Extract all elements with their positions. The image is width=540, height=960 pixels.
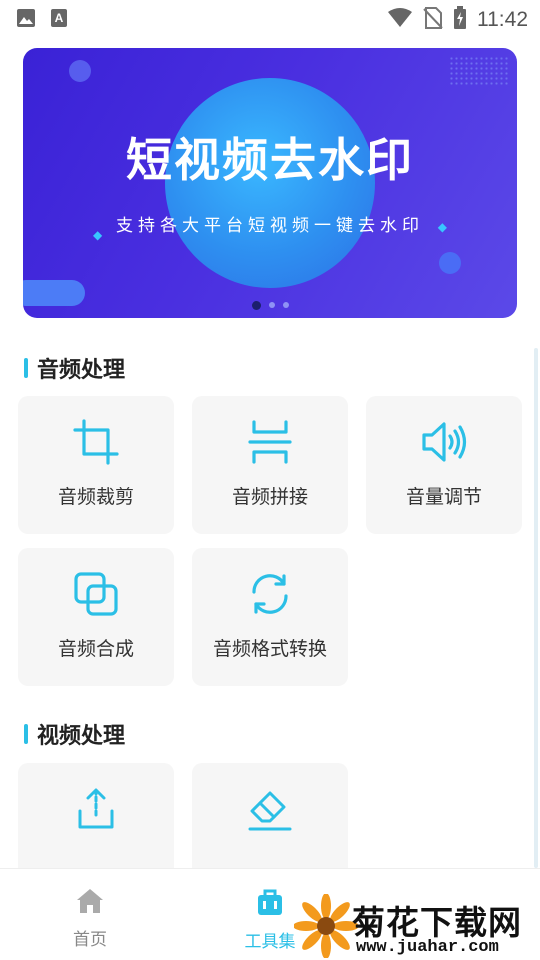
tool-audio-format-convert[interactable]: 音频格式转换: [192, 548, 348, 686]
font-icon: A: [50, 8, 68, 32]
tool-label: 音频格式转换: [212, 638, 327, 660]
convert-icon: [192, 570, 348, 618]
tool-video-upload[interactable]: [18, 763, 174, 868]
tool-label: 音频合成: [57, 638, 134, 660]
promo-banner[interactable]: ◆ ◆ 短视频去水印 支持各大平台短视频一键去水印: [23, 48, 517, 318]
carousel-dot[interactable]: [282, 302, 289, 308]
status-right-icons: 11:42: [387, 6, 528, 34]
tool-label: 音频拼接: [231, 486, 308, 508]
battery-charging-icon: [453, 6, 467, 34]
watermark-url: www.juahar.com: [356, 938, 499, 957]
tool-label: 音频裁剪: [57, 486, 134, 508]
tool-video-eraser[interactable]: [192, 763, 348, 868]
image-icon: [16, 8, 36, 32]
banner-decoration: [439, 252, 461, 274]
tool-audio-crop[interactable]: 音频裁剪: [18, 396, 174, 534]
home-icon: [75, 889, 105, 919]
tool-audio-join[interactable]: 音频拼接: [192, 396, 348, 534]
tool-audio-merge[interactable]: 音频合成: [18, 548, 174, 686]
status-left-icons: A: [16, 8, 68, 32]
status-time: 11:42: [477, 8, 528, 31]
section-accent-bar: [24, 358, 28, 378]
audio-section-header: 音频处理: [24, 352, 125, 384]
tool-label: 音量调节: [405, 486, 482, 508]
section-title: 音频处理: [37, 358, 126, 383]
tool-volume-adjust[interactable]: 音量调节: [366, 396, 522, 534]
toolbox-icon: [255, 889, 285, 921]
banner-decoration: [69, 60, 91, 82]
carousel-dot[interactable]: [268, 302, 275, 308]
flower-logo: [293, 893, 359, 960]
wifi-icon: [387, 7, 413, 33]
merge-icon: [18, 570, 174, 618]
watermark-title: 菊花下载网: [352, 903, 522, 942]
eraser-icon: [192, 785, 348, 833]
carousel-indicator: [23, 301, 517, 310]
banner-title: 短视频去水印: [126, 133, 414, 187]
scrollbar[interactable]: [534, 348, 538, 868]
video-section-header: 视频处理: [24, 718, 125, 750]
section-title: 视频处理: [37, 724, 126, 749]
speaker-icon: [366, 418, 522, 466]
upload-icon: [18, 785, 174, 833]
banner-decoration: [449, 56, 509, 86]
status-bar: A 11:42: [0, 0, 540, 36]
site-watermark: 菊花下载网 www.juahar.com: [293, 892, 540, 960]
nav-home[interactable]: 首页: [40, 887, 140, 950]
join-icon: [192, 418, 348, 466]
carousel-dot-active[interactable]: [251, 301, 261, 310]
crop-icon: [18, 418, 174, 466]
banner-subtitle: 支持各大平台短视频一键去水印: [116, 216, 424, 236]
nav-home-label: 首页: [73, 930, 107, 950]
svg-text:A: A: [55, 11, 64, 25]
no-sim-icon: [423, 7, 443, 33]
section-accent-bar: [24, 724, 28, 744]
